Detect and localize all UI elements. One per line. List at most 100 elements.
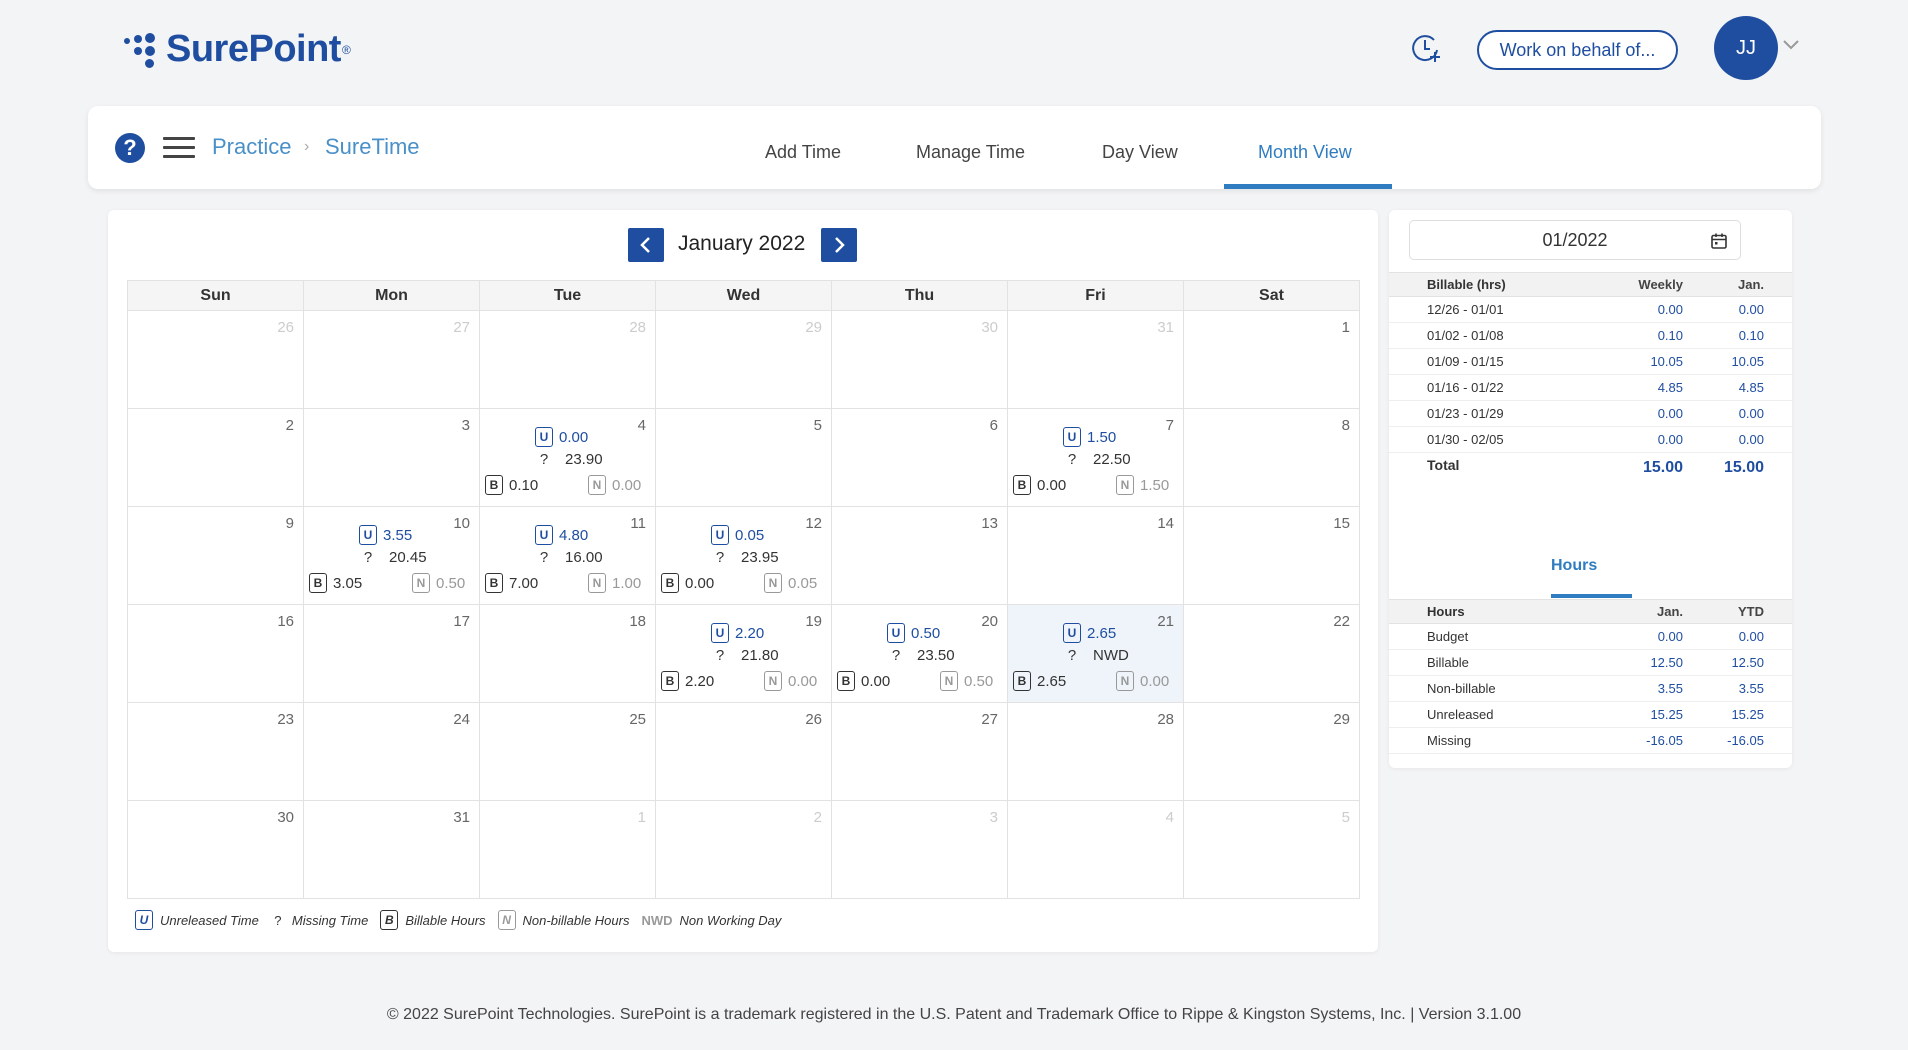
weekday-header-thu: Thu — [831, 280, 1008, 311]
breadcrumb-practice[interactable]: Practice — [212, 134, 291, 160]
calendar-day-cell[interactable]: 28 — [1007, 702, 1184, 801]
missing-time-entry: ? 16.00 — [535, 549, 603, 566]
missing-value: 23.50 — [917, 647, 955, 664]
tab-hours[interactable]: Hours — [1551, 557, 1597, 575]
calendar-day-cell[interactable]: 27 — [831, 702, 1008, 801]
unreleased-time-entry[interactable]: U 4.80 — [535, 525, 588, 545]
calendar-week-row: 23 24 25 26 27 28 29 — [127, 702, 1360, 801]
billable-row-cell: 0.00 — [1687, 400, 1792, 427]
calendar-day-cell[interactable]: 16 — [127, 604, 304, 703]
calendar-day-cell[interactable]: 2 — [655, 800, 832, 899]
missing-value: 20.45 — [389, 549, 427, 566]
unreleased-time-entry[interactable]: U 1.50 — [1063, 427, 1116, 447]
next-month-button[interactable] — [821, 228, 857, 262]
day-number: 17 — [453, 613, 470, 630]
calendar-day-cell[interactable]: 14 — [1007, 506, 1184, 605]
day-number: 11 — [630, 515, 646, 532]
calendar-day-cell[interactable]: 2 — [127, 408, 304, 507]
calendar-day-cell[interactable]: 31 — [303, 800, 480, 899]
legend-missing-label: Missing Time — [291, 912, 369, 928]
calendar-day-cell[interactable]: 12 U 0.05? 23.95 B 0.00 N 0.05 — [655, 506, 832, 605]
month-calendar-grid: Sun Mon Tue Wed Thu Fri Sat 26 27 28 29 30 31 1 2 3 4 U 0… — [127, 280, 1360, 899]
day-number: 9 — [285, 515, 294, 532]
billable-badge-icon: B — [485, 475, 503, 495]
calendar-day-cell[interactable]: 10 U 3.55? 20.45 B 3.05 N 0.50 — [303, 506, 480, 605]
add-time-clock-icon[interactable] — [1408, 30, 1444, 66]
calendar-day-cell[interactable]: 5 — [655, 408, 832, 507]
calendar-day-cell[interactable]: 27 — [303, 310, 480, 409]
calendar-day-cell[interactable]: 18 — [479, 604, 656, 703]
calendar-day-cell[interactable]: 4 U 0.00? 23.90 B 0.10 N 0.00 — [479, 408, 656, 507]
day-number: 16 — [277, 613, 294, 630]
calendar-day-cell[interactable]: 29 — [1183, 702, 1360, 801]
billable-row-cell: 01/16 - 01/22 — [1389, 374, 1579, 401]
calendar-day-cell[interactable]: 7 U 1.50? 22.50 B 0.00 N 1.50 — [1007, 408, 1184, 507]
missing-question-icon: ? — [891, 647, 901, 664]
calendar-day-cell[interactable]: 8 — [1183, 408, 1360, 507]
legend-nwd-label: Non Working Day — [679, 912, 782, 928]
non-billable-badge-icon: N — [588, 475, 606, 495]
hamburger-menu-icon[interactable] — [163, 137, 195, 159]
work-on-behalf-button[interactable]: Work on behalf of... — [1477, 30, 1678, 70]
user-avatar[interactable]: JJ — [1714, 16, 1778, 80]
calendar-day-cell[interactable]: 17 — [303, 604, 480, 703]
billable-row: 01/23 - 01/29 0.00 0.00 — [1389, 400, 1792, 427]
calendar-day-cell[interactable]: 31 — [1007, 310, 1184, 409]
calendar-day-cell[interactable]: 4 — [1007, 800, 1184, 899]
unreleased-time-entry[interactable]: U 0.00 — [535, 427, 588, 447]
calendar-day-cell[interactable]: 13 — [831, 506, 1008, 605]
calendar-day-cell[interactable]: 30 — [127, 800, 304, 899]
non-billable-badge-icon: N — [764, 573, 782, 593]
calendar-day-cell[interactable]: 5 — [1183, 800, 1360, 899]
day-number: 30 — [277, 809, 294, 826]
unreleased-time-entry[interactable]: U 3.55 — [359, 525, 412, 545]
tab-manage-time[interactable]: Manage Time — [916, 142, 1025, 163]
calendar-day-cell[interactable]: 3 — [303, 408, 480, 507]
calendar-day-cell[interactable]: 11 U 4.80? 16.00 B 7.00 N 1.00 — [479, 506, 656, 605]
calendar-day-cell[interactable]: 3 — [831, 800, 1008, 899]
hours-row-cell: Budget — [1389, 623, 1579, 650]
calendar-day-cell[interactable]: 6 — [831, 408, 1008, 507]
calendar-day-cell[interactable]: 26 — [655, 702, 832, 801]
help-icon[interactable]: ? — [115, 133, 145, 163]
calendar-day-cell[interactable]: 29 — [655, 310, 832, 409]
calendar-day-cell[interactable]: 22 — [1183, 604, 1360, 703]
billable-value: 0.00 — [861, 672, 891, 690]
calendar-day-cell[interactable]: 20 U 0.50? 23.50 B 0.00 N 0.50 — [831, 604, 1008, 703]
billable-row-cell: 4.85 — [1579, 374, 1687, 401]
breadcrumb-suretime[interactable]: SureTime — [325, 134, 420, 160]
day-number: 18 — [629, 613, 646, 630]
surepoint-logo[interactable]: SurePoint ® — [124, 28, 351, 71]
calendar-day-cell[interactable]: 21 U 2.65? NWD B 2.65 N 0.00 — [1007, 604, 1184, 703]
calendar-day-cell[interactable]: 15 — [1183, 506, 1360, 605]
calendar-day-cell[interactable]: 24 — [303, 702, 480, 801]
tab-month-view[interactable]: Month View — [1258, 142, 1352, 163]
billable-hours-entry: B 2.65 — [1013, 671, 1066, 691]
unreleased-time-entry[interactable]: U 0.05 — [711, 525, 764, 545]
unreleased-time-entry[interactable]: U 2.65 — [1063, 623, 1116, 643]
calendar-day-cell[interactable]: 23 — [127, 702, 304, 801]
non-billable-value: 0.50 — [964, 672, 994, 690]
calendar-day-cell[interactable]: 26 — [127, 310, 304, 409]
day-number: 22 — [1333, 613, 1350, 630]
month-picker-input[interactable]: 01/2022 — [1409, 220, 1741, 260]
prev-month-button[interactable] — [628, 228, 664, 262]
unreleased-time-entry[interactable]: U 2.20 — [711, 623, 764, 643]
chevron-down-icon[interactable] — [1782, 38, 1800, 50]
calendar-day-cell[interactable]: 1 — [1183, 310, 1360, 409]
day-number: 4 — [1165, 809, 1174, 826]
footer-copyright: © 2022 SurePoint Technologies. SurePoint… — [386, 1006, 1522, 1023]
tab-add-time[interactable]: Add Time — [765, 142, 841, 163]
calendar-day-cell[interactable]: 19 U 2.20? 21.80 B 2.20 N 0.00 — [655, 604, 832, 703]
non-billable-value: 0.00 — [1140, 672, 1170, 690]
unreleased-time-entry[interactable]: U 0.50 — [887, 623, 940, 643]
missing-question-icon: ? — [715, 647, 725, 664]
calendar-day-cell[interactable]: 30 — [831, 310, 1008, 409]
calendar-day-cell[interactable]: 28 — [479, 310, 656, 409]
calendar-day-cell[interactable]: 9 — [127, 506, 304, 605]
calendar-icon[interactable] — [1710, 232, 1728, 250]
calendar-day-cell[interactable]: 25 — [479, 702, 656, 801]
calendar-day-cell[interactable]: 1 — [479, 800, 656, 899]
missing-value: 16.00 — [565, 549, 603, 566]
tab-day-view[interactable]: Day View — [1102, 142, 1178, 163]
